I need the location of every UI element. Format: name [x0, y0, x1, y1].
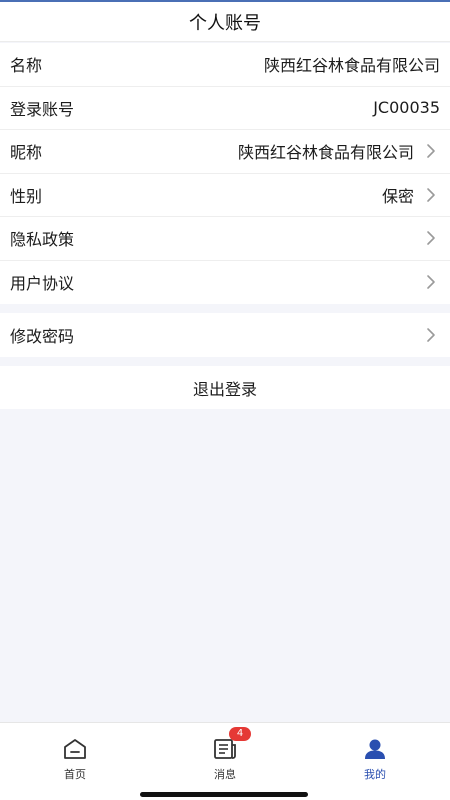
chevron-right-icon: [422, 326, 440, 344]
row-login-account: 登录账号 JC00035: [0, 87, 450, 130]
row-privacy-policy-label: 隐私政策: [10, 230, 75, 250]
row-user-agreement-label: 用户协议: [10, 274, 75, 294]
security-group: 修改密码: [0, 313, 450, 357]
chevron-right-icon: [422, 186, 440, 204]
tab-mine-label: 我的: [364, 768, 386, 781]
row-change-password-label: 修改密码: [10, 326, 75, 346]
row-gender-label: 性别: [10, 186, 43, 206]
page-title: 个人账号: [189, 12, 261, 34]
profile-group: 名称 陕西红谷林食品有限公司 登录账号 JC00035 昵称 陕西红谷林食品有限…: [0, 43, 450, 304]
row-login-account-label: 登录账号: [10, 99, 75, 119]
user-icon: [362, 736, 388, 762]
logout-button[interactable]: 退出登录: [0, 366, 450, 409]
tab-home[interactable]: 首页: [0, 723, 150, 800]
row-login-account-value: JC00035: [373, 98, 440, 118]
nav-header: 个人账号: [0, 2, 450, 42]
row-gender[interactable]: 性别 保密: [0, 174, 450, 217]
bottom-tab-bar: 首页 4 消息 我的: [0, 722, 450, 800]
home-icon: [62, 736, 88, 762]
tab-home-label: 首页: [64, 768, 86, 781]
row-gender-value: 保密: [381, 186, 414, 206]
row-user-agreement[interactable]: 用户协议: [0, 261, 450, 305]
tab-messages-label: 消息: [214, 768, 236, 781]
row-nickname[interactable]: 昵称 陕西红谷林食品有限公司: [0, 130, 450, 174]
row-nickname-value: 陕西红谷林食品有限公司: [237, 143, 414, 163]
row-privacy-policy[interactable]: 隐私政策: [0, 217, 450, 261]
tab-messages[interactable]: 4 消息: [150, 723, 300, 800]
row-change-password[interactable]: 修改密码: [0, 313, 450, 357]
chevron-right-icon: [422, 229, 440, 247]
chevron-right-icon: [422, 273, 440, 291]
chevron-right-icon: [422, 142, 440, 160]
row-name-value: 陕西红谷林食品有限公司: [263, 56, 440, 76]
row-nickname-label: 昵称: [10, 143, 43, 163]
message-badge: 4: [229, 727, 251, 741]
row-name: 名称 陕西红谷林食品有限公司: [0, 43, 450, 87]
logout-label: 退出登录: [192, 379, 257, 399]
home-indicator: [140, 792, 308, 797]
row-name-label: 名称: [10, 56, 43, 76]
tab-mine[interactable]: 我的: [300, 723, 450, 800]
